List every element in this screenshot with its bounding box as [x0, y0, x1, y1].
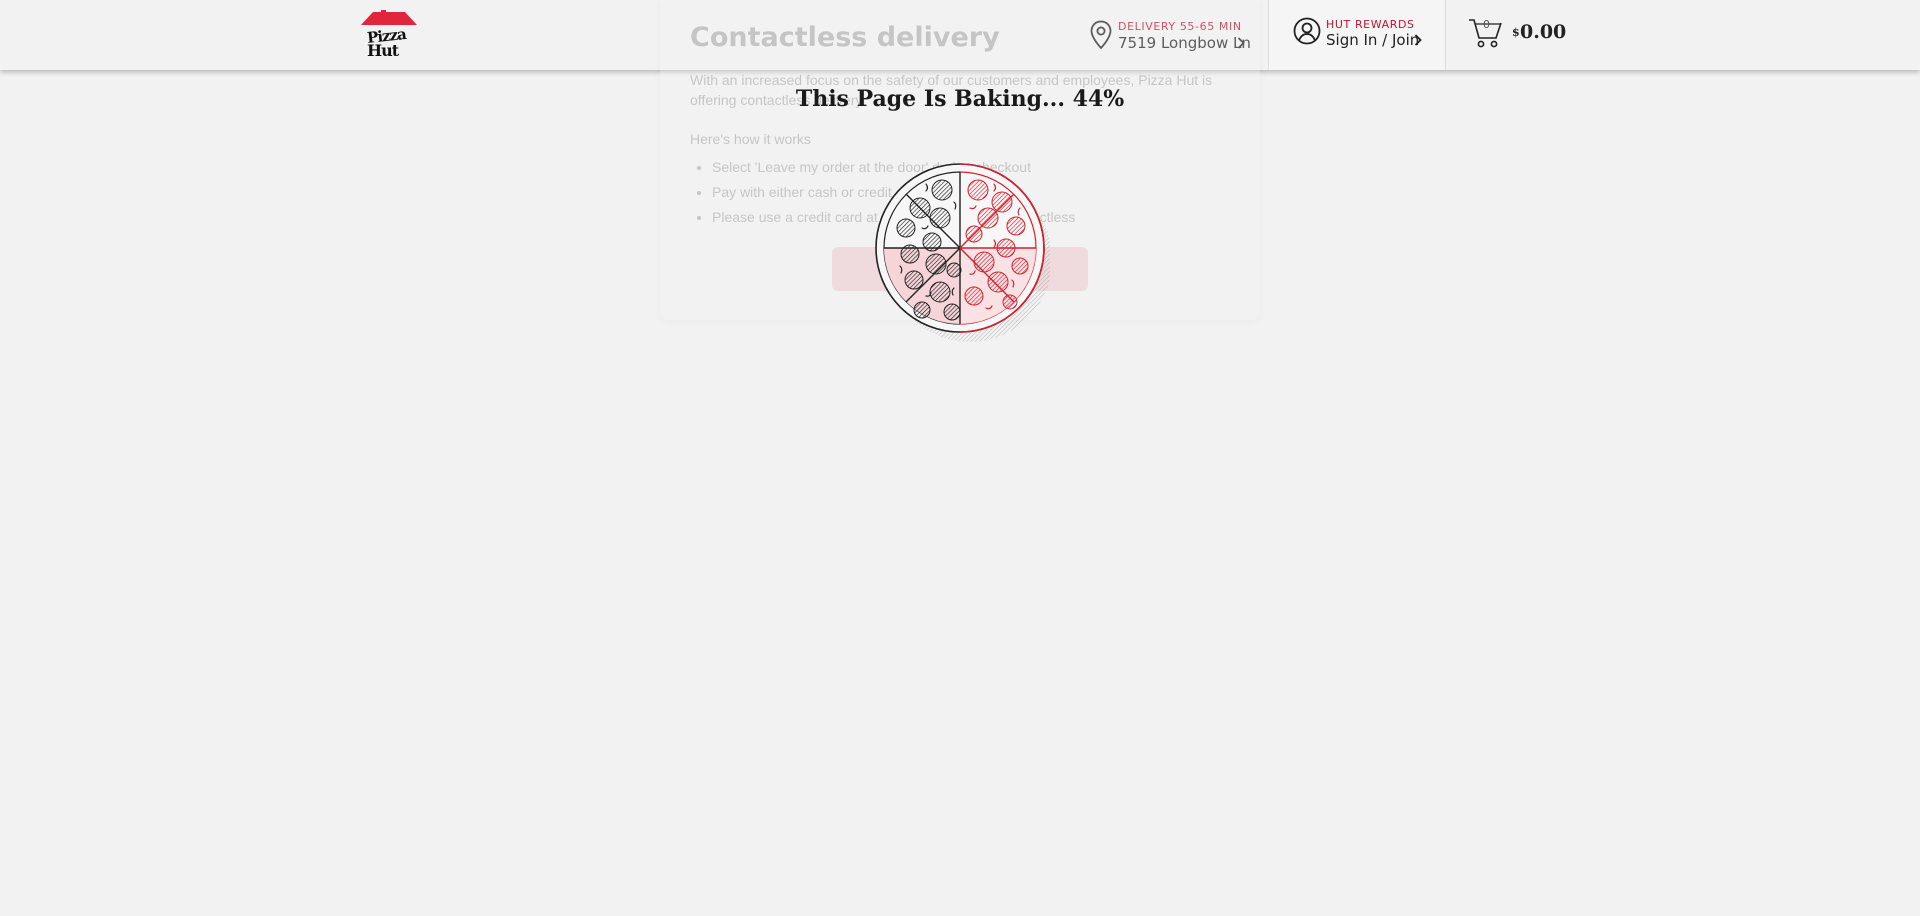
modal-title: Contactless delivery [690, 22, 1000, 53]
cart-button[interactable]: 0 $ 0.00 [1468, 15, 1568, 55]
cart-total: 0.00 [1520, 21, 1567, 43]
hut-rewards-label: HUT REWARDS [1326, 18, 1415, 31]
cart-item-count: 0 [1483, 18, 1490, 31]
pizza-hut-logo[interactable]: Pizza Hut [357, 10, 421, 62]
user-icon [1293, 17, 1321, 45]
pizza-loader-icon [875, 163, 1050, 342]
chevron-right-icon [1414, 34, 1422, 46]
logo-roof-icon [361, 10, 417, 25]
loading-progress-text: This Page Is Baking... 44% [795, 86, 1125, 112]
sign-in-link[interactable]: Sign In / Join [1326, 31, 1419, 49]
logo-text-hut: Hut [367, 41, 399, 60]
hut-rewards-button[interactable]: HUT REWARDS Sign In / Join [1268, 0, 1446, 70]
cart-currency-symbol: $ [1512, 26, 1520, 39]
page-loader-overlay: This Page Is Baking... 44% [0, 70, 1920, 916]
